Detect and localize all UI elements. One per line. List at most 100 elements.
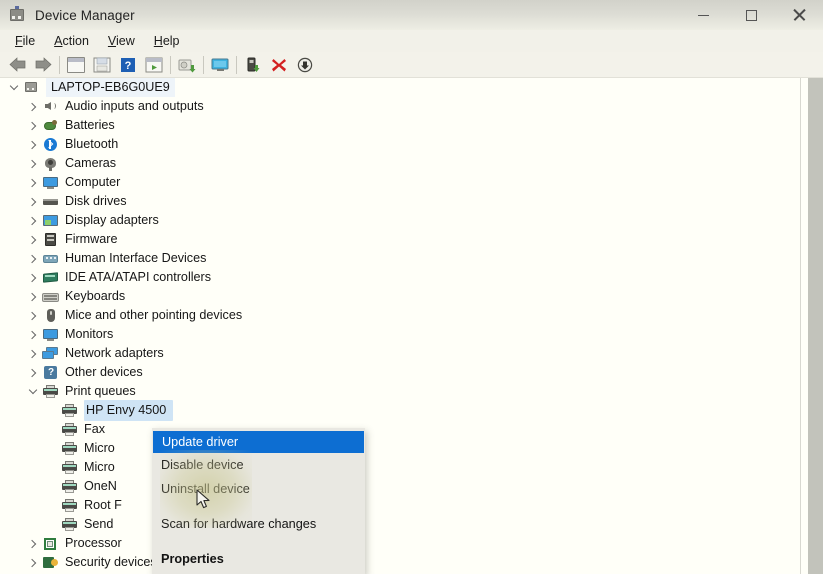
hid-icon xyxy=(41,250,60,267)
menu-file[interactable]: File xyxy=(7,33,46,49)
context-menu-uninstall-device[interactable]: Uninstall device xyxy=(152,477,365,501)
chevron-right-icon[interactable] xyxy=(24,97,41,116)
menu-view[interactable]: View xyxy=(100,33,146,49)
save-button[interactable] xyxy=(89,53,115,77)
toolbar: ? xyxy=(0,52,823,78)
printer-icon xyxy=(60,516,79,533)
toolbar-separator xyxy=(170,55,171,74)
tree-item-monitors[interactable]: Monitors xyxy=(0,325,800,344)
bluetooth-icon xyxy=(41,136,60,153)
menu-help[interactable]: Help xyxy=(146,33,191,49)
battery-icon xyxy=(41,117,60,134)
chevron-right-icon[interactable] xyxy=(24,135,41,154)
tree-item-label: Network adapters xyxy=(65,346,164,360)
tree-item-label: Root F xyxy=(84,498,122,512)
maximize-icon xyxy=(745,9,757,21)
context-menu-item-label: Disable device xyxy=(161,458,244,472)
context-menu-item-label: Scan for hardware changes xyxy=(161,517,317,531)
chevron-right-icon[interactable] xyxy=(24,344,41,363)
tree-item-microsoft-print-2[interactable]: Micro xyxy=(0,458,800,477)
tree-item-label: Keyboards xyxy=(65,289,126,303)
properties-button[interactable] xyxy=(63,53,89,77)
tree-item-display-adapters[interactable]: Display adapters xyxy=(0,211,800,230)
down-arrow-circle-icon xyxy=(297,57,313,72)
tree-item-label: Micro xyxy=(84,441,115,455)
chevron-right-icon[interactable] xyxy=(24,287,41,306)
no-chevron xyxy=(43,458,60,477)
tree-item-audio[interactable]: Audio inputs and outputs xyxy=(0,97,800,116)
uninstall-device-button[interactable] xyxy=(292,53,318,77)
tree-item-processors[interactable]: Processor xyxy=(0,534,800,553)
device-tree-panel[interactable]: LAPTOP-EB6G0UE9 Audio inputs and outputs… xyxy=(0,78,800,574)
chevron-right-icon[interactable] xyxy=(24,306,41,325)
chevron-right-icon[interactable] xyxy=(24,553,41,572)
minimize-icon xyxy=(697,14,709,16)
context-menu-properties[interactable]: Properties xyxy=(152,547,365,571)
tree-item-mice[interactable]: Mice and other pointing devices xyxy=(0,306,800,325)
tree-item-cameras[interactable]: Cameras xyxy=(0,154,800,173)
tree-item-onenote[interactable]: OneN xyxy=(0,477,800,496)
help-button[interactable]: ? xyxy=(115,53,141,77)
enable-device-button[interactable] xyxy=(240,53,266,77)
chevron-right-icon[interactable] xyxy=(24,211,41,230)
tree-item-keyboards[interactable]: Keyboards xyxy=(0,287,800,306)
chevron-right-icon[interactable] xyxy=(24,192,41,211)
tree-item-computer[interactable]: Computer xyxy=(0,173,800,192)
chevron-down-icon[interactable] xyxy=(5,78,22,97)
context-menu-separator xyxy=(152,501,365,512)
minimize-button[interactable] xyxy=(679,0,727,30)
monitor-icon xyxy=(41,174,60,191)
update-driver-button[interactable] xyxy=(174,53,200,77)
chevron-down-icon[interactable] xyxy=(24,382,41,401)
chevron-right-icon[interactable] xyxy=(24,325,41,344)
maximize-button[interactable] xyxy=(727,0,775,30)
context-menu-scan-hardware-changes[interactable]: Scan for hardware changes xyxy=(152,512,365,536)
chevron-right-icon[interactable] xyxy=(24,116,41,135)
tree-item-disk-drives[interactable]: Disk drives xyxy=(0,192,800,211)
tree-item-security-devices[interactable]: Security devices xyxy=(0,553,800,572)
tree-item-fax[interactable]: Fax xyxy=(0,420,800,439)
tree-item-label: Processor xyxy=(65,536,122,550)
context-menu-disable-device[interactable]: Disable device xyxy=(152,453,365,477)
tree-item-hid[interactable]: Human Interface Devices xyxy=(0,249,800,268)
close-icon xyxy=(792,8,806,22)
tree-item-root-print-queue[interactable]: Root F xyxy=(0,496,800,515)
tree-item-label: Send xyxy=(84,517,114,531)
tree-item-other-devices[interactable]: ? Other devices xyxy=(0,363,800,382)
tree-item-firmware[interactable]: Firmware xyxy=(0,230,800,249)
show-hidden-button[interactable] xyxy=(141,53,167,77)
disable-device-button[interactable] xyxy=(266,53,292,77)
tree-item-send-to-onenote[interactable]: Send xyxy=(0,515,800,534)
tree-item-label: Security devices xyxy=(65,555,157,569)
back-button[interactable] xyxy=(4,53,30,77)
printer-icon xyxy=(41,383,60,400)
chevron-right-icon[interactable] xyxy=(24,534,41,553)
context-menu[interactable]: Update driver Disable device Uninstall d… xyxy=(152,428,365,574)
scan-hardware-button[interactable] xyxy=(207,53,233,77)
tree-item-hp-envy-4500[interactable]: HP Envy 4500 xyxy=(0,400,800,421)
tree-item-label: Bluetooth xyxy=(65,137,119,151)
forward-button[interactable] xyxy=(30,53,56,77)
chevron-right-icon[interactable] xyxy=(24,173,41,192)
tree-item-network-adapters[interactable]: Network adapters xyxy=(0,344,800,363)
tree-item-ide-controllers[interactable]: IDE ATA/ATAPI controllers xyxy=(0,268,800,287)
security-device-icon xyxy=(41,554,60,571)
tree-item-bluetooth[interactable]: Bluetooth xyxy=(0,135,800,154)
mouse-cursor xyxy=(196,489,212,511)
close-button[interactable] xyxy=(775,0,823,30)
tree-item-print-queues[interactable]: Print queues xyxy=(0,382,800,401)
chevron-right-icon[interactable] xyxy=(24,154,41,173)
tree-item-microsoft-print-1[interactable]: Micro xyxy=(0,439,800,458)
menu-action[interactable]: Action xyxy=(46,33,100,49)
tree-root-item[interactable]: LAPTOP-EB6G0UE9 xyxy=(0,78,800,97)
context-menu-update-driver[interactable]: Update driver xyxy=(153,431,364,453)
chevron-right-icon[interactable] xyxy=(24,230,41,249)
firmware-icon xyxy=(41,231,60,248)
toolbar-separator xyxy=(236,55,237,74)
tree-item-label: HP Envy 4500 xyxy=(84,400,174,421)
chevron-right-icon[interactable] xyxy=(24,249,41,268)
chevron-right-icon[interactable] xyxy=(24,268,41,287)
tree-item-batteries[interactable]: Batteries xyxy=(0,116,800,135)
processor-icon xyxy=(41,535,60,552)
chevron-right-icon[interactable] xyxy=(24,363,41,382)
